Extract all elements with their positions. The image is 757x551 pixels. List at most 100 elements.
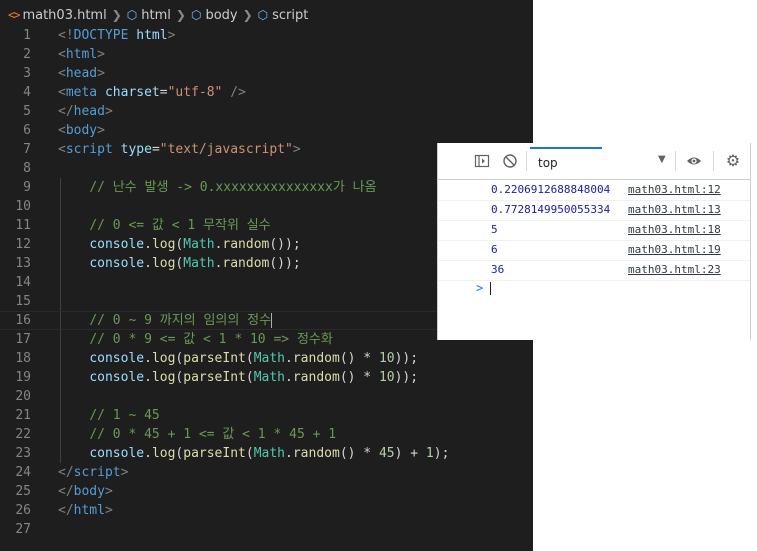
code-token: ( — [245, 446, 254, 461]
code-token: random — [292, 446, 340, 461]
code-line[interactable]: 24 </script> — [0, 463, 533, 482]
line-text: // 난수 발생 -> 0.xxxxxxxxxxxxxxx가 나옴 — [58, 178, 377, 197]
code-token: body — [65, 123, 98, 138]
code-token: html — [65, 47, 98, 62]
code-line[interactable]: 22 // 0 * 45 + 1 <= 값 < 1 * 45 + 1 — [0, 425, 533, 444]
line-number: 5 — [23, 104, 31, 119]
code-token: "text/javascript" — [159, 142, 293, 157]
code-token: </ — [58, 484, 74, 499]
code-line[interactable]: 18 console.log(parseInt(Math.random() * … — [0, 349, 533, 368]
code-token: type — [120, 142, 152, 157]
console-source-link[interactable]: math03.html:12 — [628, 183, 721, 196]
symbol-structure-icon: ⬡ — [257, 8, 269, 22]
code-token: . — [285, 370, 293, 385]
code-token: </ — [58, 104, 74, 119]
console-message: 36 math03.html:23 — [438, 260, 750, 281]
code-token: </ — [58, 465, 74, 480]
line-text: </body> — [58, 482, 113, 501]
code-token: // 난수 발생 -> 0.xxxxxxxxxxxxxxx가 나옴 — [89, 180, 377, 195]
code-token: () * — [339, 370, 379, 385]
code-token: ()); — [269, 237, 301, 252]
code-line[interactable]: 27 — [0, 520, 533, 539]
code-token: < — [58, 66, 66, 81]
code-line[interactable]: 23 console.log(parseInt(Math.random() * … — [0, 444, 533, 463]
breadcrumb-body[interactable]: body — [205, 8, 237, 23]
console-source-link[interactable]: math03.html:13 — [628, 203, 721, 216]
code-line[interactable]: 26 </html> — [0, 501, 533, 520]
code-line[interactable]: 19 console.log(parseInt(Math.random() * … — [0, 368, 533, 387]
line-text: </head> — [58, 102, 113, 121]
line-text: console.log(parseInt(Math.random() * 10)… — [58, 349, 418, 368]
chevron-right-icon: ❯ — [242, 8, 253, 22]
code-token: > — [97, 123, 105, 138]
code-token: . — [144, 351, 152, 366]
active-tab-indicator — [530, 147, 602, 149]
code-token: () * — [339, 351, 379, 366]
gear-icon[interactable]: ⚙ — [725, 153, 741, 169]
line-text: // 1 ~ 45 — [58, 406, 160, 425]
context-selector[interactable]: top — [538, 156, 558, 170]
code-line[interactable]: 5 </head> — [0, 102, 533, 121]
line-text: <html> — [58, 45, 105, 64]
eye-icon[interactable] — [686, 153, 702, 169]
html-file-icon: <> — [8, 8, 21, 22]
line-number: 9 — [23, 180, 31, 195]
code-token: . — [144, 256, 152, 271]
code-token: > — [104, 104, 113, 119]
code-token: </ — [58, 503, 74, 518]
code-token: < — [58, 123, 66, 138]
clear-console-icon[interactable] — [502, 153, 518, 169]
breadcrumb-script[interactable]: script — [272, 8, 308, 23]
line-text: console.log(parseInt(Math.random() * 10)… — [58, 368, 418, 387]
code-token: head — [65, 66, 98, 81]
line-number: 18 — [15, 351, 31, 366]
code-line[interactable]: 25 </body> — [0, 482, 533, 501]
code-token: ( — [245, 370, 254, 385]
console-source-link[interactable]: math03.html:23 — [628, 263, 721, 276]
code-line[interactable]: 6 <body> — [0, 121, 533, 140]
toolbar-divider — [526, 151, 527, 171]
code-token: // 0 * 45 + 1 <= 값 < 1 * 45 + 1 — [89, 427, 337, 442]
code-token: . — [144, 446, 152, 461]
console-source-link[interactable]: math03.html:19 — [628, 243, 721, 256]
line-number: 21 — [15, 408, 31, 423]
show-sidebar-icon[interactable] — [474, 153, 490, 169]
code-token: charset — [104, 85, 160, 100]
line-text: <body> — [58, 121, 105, 140]
code-token: html — [73, 503, 105, 518]
console-prompt[interactable]: > — [476, 281, 483, 295]
line-number: 3 — [23, 66, 31, 81]
console-toolbar: top ▼ ⚙ — [438, 143, 750, 180]
line-text: // 0 <= 값 < 1 무작위 실수 — [58, 216, 270, 235]
code-token: > — [120, 465, 129, 480]
line-text: console.log(Math.random()); — [58, 254, 301, 273]
code-line[interactable]: 4 <meta charset="utf-8" /> — [0, 83, 533, 102]
breadcrumb-html[interactable]: html — [141, 8, 171, 23]
code-token: console — [89, 370, 145, 385]
code-token: parseInt — [183, 370, 246, 385]
code-token: = — [151, 142, 160, 157]
line-number: 24 — [15, 465, 31, 480]
code-token: ()); — [269, 256, 301, 271]
code-token: parseInt — [183, 446, 246, 461]
console-message: 0.7728149950055334 math03.html:13 — [438, 200, 750, 221]
devtools-console: top ▼ ⚙ 0.2206912688848004 math03.html:12… — [437, 143, 751, 340]
code-token: ) + — [394, 446, 426, 461]
line-number: 7 — [23, 142, 31, 157]
code-token: script — [73, 465, 121, 480]
code-line[interactable]: 3 <head> — [0, 64, 533, 83]
breadcrumb-file[interactable]: math03.html — [22, 8, 106, 23]
code-line[interactable]: 1 <!DOCTYPE html> — [0, 26, 533, 45]
code-line[interactable]: 2 <html> — [0, 45, 533, 64]
chevron-down-icon[interactable]: ▼ — [658, 154, 666, 165]
code-token: // 1 ~ 45 — [89, 408, 160, 423]
console-source-link[interactable]: math03.html:18 — [628, 223, 721, 236]
code-line[interactable]: 21 // 1 ~ 45 — [0, 406, 533, 425]
code-token: > — [104, 484, 113, 499]
line-number: 20 — [15, 389, 31, 404]
code-line[interactable]: 20 — [0, 387, 533, 406]
